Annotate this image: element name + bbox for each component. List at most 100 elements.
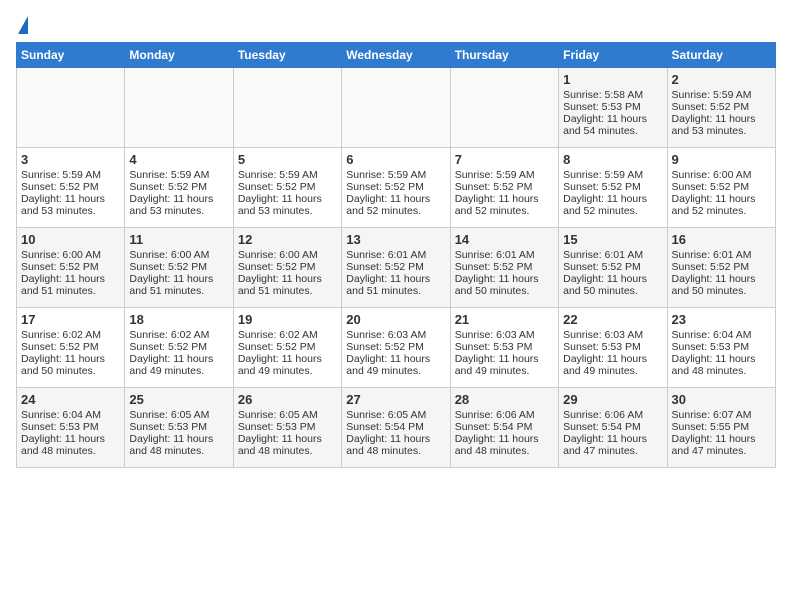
sunset-text: Sunset: 5:52 PM — [129, 341, 228, 353]
col-header-saturday: Saturday — [667, 43, 775, 68]
sunset-text: Sunset: 5:52 PM — [672, 101, 771, 113]
sunset-text: Sunset: 5:52 PM — [455, 261, 554, 273]
sunrise-text: Sunrise: 6:03 AM — [563, 329, 662, 341]
daylight-text: Daylight: 11 hours and 50 minutes. — [563, 273, 662, 297]
calendar-cell: 4Sunrise: 5:59 AMSunset: 5:52 PMDaylight… — [125, 148, 233, 228]
daylight-text: Daylight: 11 hours and 48 minutes. — [21, 433, 120, 457]
day-number: 4 — [129, 152, 228, 167]
calendar-cell: 23Sunrise: 6:04 AMSunset: 5:53 PMDayligh… — [667, 308, 775, 388]
sunset-text: Sunset: 5:52 PM — [346, 341, 445, 353]
sunrise-text: Sunrise: 5:59 AM — [563, 169, 662, 181]
calendar-cell: 9Sunrise: 6:00 AMSunset: 5:52 PMDaylight… — [667, 148, 775, 228]
sunrise-text: Sunrise: 6:01 AM — [672, 249, 771, 261]
day-number: 11 — [129, 232, 228, 247]
sunset-text: Sunset: 5:52 PM — [238, 261, 337, 273]
sunset-text: Sunset: 5:54 PM — [563, 421, 662, 433]
sunset-text: Sunset: 5:54 PM — [346, 421, 445, 433]
sunset-text: Sunset: 5:52 PM — [672, 261, 771, 273]
calendar-cell: 6Sunrise: 5:59 AMSunset: 5:52 PMDaylight… — [342, 148, 450, 228]
day-number: 29 — [563, 392, 662, 407]
sunrise-text: Sunrise: 5:59 AM — [455, 169, 554, 181]
daylight-text: Daylight: 11 hours and 48 minutes. — [346, 433, 445, 457]
week-row-1: 1Sunrise: 5:58 AMSunset: 5:53 PMDaylight… — [17, 68, 776, 148]
day-number: 19 — [238, 312, 337, 327]
col-header-monday: Monday — [125, 43, 233, 68]
daylight-text: Daylight: 11 hours and 47 minutes. — [672, 433, 771, 457]
day-number: 30 — [672, 392, 771, 407]
calendar-cell: 28Sunrise: 6:06 AMSunset: 5:54 PMDayligh… — [450, 388, 558, 468]
day-number: 8 — [563, 152, 662, 167]
daylight-text: Daylight: 11 hours and 48 minutes. — [672, 353, 771, 377]
day-number: 21 — [455, 312, 554, 327]
calendar-cell — [17, 68, 125, 148]
sunrise-text: Sunrise: 6:07 AM — [672, 409, 771, 421]
calendar-cell: 22Sunrise: 6:03 AMSunset: 5:53 PMDayligh… — [559, 308, 667, 388]
sunrise-text: Sunrise: 5:59 AM — [129, 169, 228, 181]
sunrise-text: Sunrise: 6:05 AM — [129, 409, 228, 421]
sunset-text: Sunset: 5:52 PM — [21, 261, 120, 273]
daylight-text: Daylight: 11 hours and 49 minutes. — [129, 353, 228, 377]
daylight-text: Daylight: 11 hours and 51 minutes. — [21, 273, 120, 297]
week-row-4: 17Sunrise: 6:02 AMSunset: 5:52 PMDayligh… — [17, 308, 776, 388]
sunrise-text: Sunrise: 6:00 AM — [21, 249, 120, 261]
calendar-cell: 3Sunrise: 5:59 AMSunset: 5:52 PMDaylight… — [17, 148, 125, 228]
day-number: 5 — [238, 152, 337, 167]
sunrise-text: Sunrise: 6:05 AM — [346, 409, 445, 421]
sunrise-text: Sunrise: 6:04 AM — [21, 409, 120, 421]
sunset-text: Sunset: 5:55 PM — [672, 421, 771, 433]
header-row: SundayMondayTuesdayWednesdayThursdayFrid… — [17, 43, 776, 68]
calendar-cell: 17Sunrise: 6:02 AMSunset: 5:52 PMDayligh… — [17, 308, 125, 388]
sunset-text: Sunset: 5:53 PM — [563, 101, 662, 113]
sunrise-text: Sunrise: 6:02 AM — [238, 329, 337, 341]
daylight-text: Daylight: 11 hours and 54 minutes. — [563, 113, 662, 137]
col-header-thursday: Thursday — [450, 43, 558, 68]
logo — [16, 16, 28, 34]
sunset-text: Sunset: 5:53 PM — [455, 341, 554, 353]
sunrise-text: Sunrise: 6:00 AM — [238, 249, 337, 261]
day-number: 22 — [563, 312, 662, 327]
calendar-cell: 19Sunrise: 6:02 AMSunset: 5:52 PMDayligh… — [233, 308, 341, 388]
daylight-text: Daylight: 11 hours and 47 minutes. — [563, 433, 662, 457]
calendar-cell: 8Sunrise: 5:59 AMSunset: 5:52 PMDaylight… — [559, 148, 667, 228]
sunset-text: Sunset: 5:52 PM — [563, 181, 662, 193]
calendar-cell: 18Sunrise: 6:02 AMSunset: 5:52 PMDayligh… — [125, 308, 233, 388]
daylight-text: Daylight: 11 hours and 48 minutes. — [238, 433, 337, 457]
daylight-text: Daylight: 11 hours and 49 minutes. — [563, 353, 662, 377]
sunrise-text: Sunrise: 6:06 AM — [455, 409, 554, 421]
calendar-cell: 27 Sunrise: 6:05 AMSunset: 5:54 PMDayligh… — [342, 388, 450, 468]
daylight-text: Daylight: 11 hours and 53 minutes. — [129, 193, 228, 217]
sunrise-text: Sunrise: 6:00 AM — [672, 169, 771, 181]
calendar-cell: 26Sunrise: 6:05 AMSunset: 5:53 PMDayligh… — [233, 388, 341, 468]
calendar-cell: 1Sunrise: 5:58 AMSunset: 5:53 PMDaylight… — [559, 68, 667, 148]
calendar-cell: 30 Sunrise: 6:07 AMSunset: 5:55 PMDayligh… — [667, 388, 775, 468]
calendar-cell: 24Sunrise: 6:04 AMSunset: 5:53 PMDayligh… — [17, 388, 125, 468]
calendar-cell: 16Sunrise: 6:01 AMSunset: 5:52 PMDayligh… — [667, 228, 775, 308]
calendar-cell: 11Sunrise: 6:00 AMSunset: 5:52 PMDayligh… — [125, 228, 233, 308]
calendar-table: SundayMondayTuesdayWednesdayThursdayFrid… — [16, 42, 776, 468]
calendar-cell: 15Sunrise: 6:01 AMSunset: 5:52 PMDayligh… — [559, 228, 667, 308]
day-number: 12 — [238, 232, 337, 247]
daylight-text: Daylight: 11 hours and 50 minutes. — [672, 273, 771, 297]
sunrise-text: Sunrise: 6:02 AM — [21, 329, 120, 341]
sunrise-text: Sunrise: 6:03 AM — [346, 329, 445, 341]
sunrise-text: Sunrise: 6:01 AM — [346, 249, 445, 261]
daylight-text: Daylight: 11 hours and 51 minutes. — [238, 273, 337, 297]
sunrise-text: Sunrise: 5:59 AM — [238, 169, 337, 181]
sunrise-text: Sunrise: 6:02 AM — [129, 329, 228, 341]
daylight-text: Daylight: 11 hours and 48 minutes. — [129, 433, 228, 457]
sunrise-text: Sunrise: 5:59 AM — [21, 169, 120, 181]
day-number: 13 — [346, 232, 445, 247]
day-number: 27 — [346, 392, 445, 407]
day-number: 26 — [238, 392, 337, 407]
daylight-text: Daylight: 11 hours and 53 minutes. — [672, 113, 771, 137]
day-number: 3 — [21, 152, 120, 167]
day-number: 28 — [455, 392, 554, 407]
day-number: 6 — [346, 152, 445, 167]
daylight-text: Daylight: 11 hours and 49 minutes. — [238, 353, 337, 377]
col-header-friday: Friday — [559, 43, 667, 68]
daylight-text: Daylight: 11 hours and 49 minutes. — [346, 353, 445, 377]
calendar-cell: 12 Sunrise: 6:00 AMSunset: 5:52 PMDayligh… — [233, 228, 341, 308]
sunset-text: Sunset: 5:52 PM — [238, 181, 337, 193]
calendar-cell: 10Sunrise: 6:00 AMSunset: 5:52 PMDayligh… — [17, 228, 125, 308]
sunrise-text: Sunrise: 6:03 AM — [455, 329, 554, 341]
